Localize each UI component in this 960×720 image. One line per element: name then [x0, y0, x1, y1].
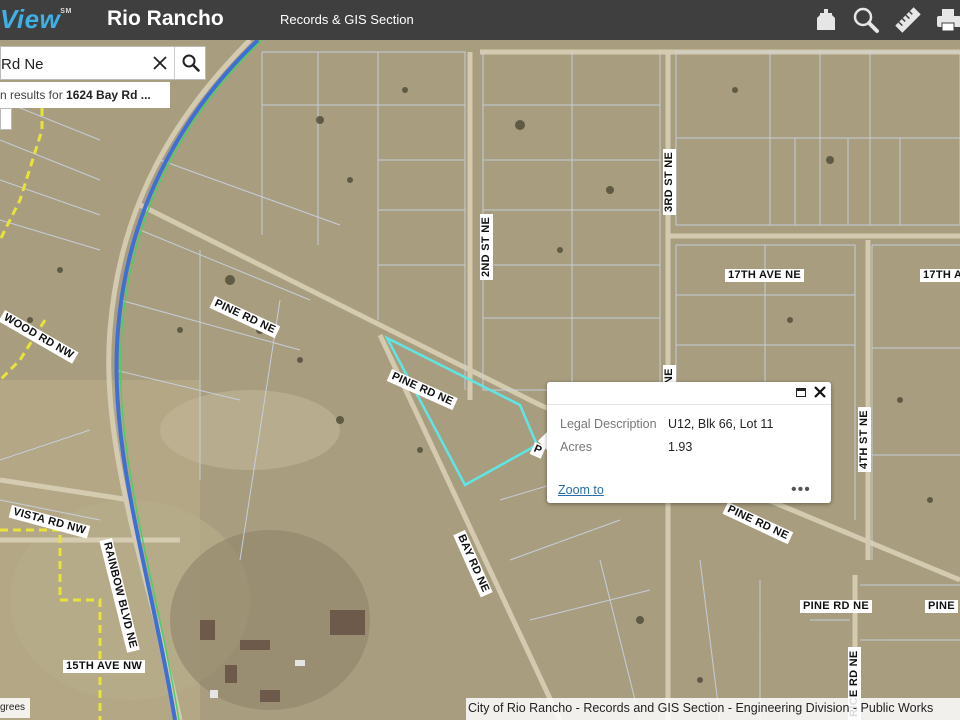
parcel-popup: Legal Description U12, Blk 66, Lot 11 Ac… [547, 382, 831, 503]
layers-tool-button[interactable] [812, 6, 840, 34]
search-box [0, 46, 207, 81]
app-logo: ViewSM [0, 4, 72, 35]
search-results-hint[interactable]: n results for 1624 Bay Rd ... [0, 82, 170, 108]
legal-description-value: U12, Blk 66, Lot 11 [668, 417, 774, 431]
aerial-map[interactable] [0, 40, 960, 720]
results-prefix: n results for [0, 88, 67, 102]
road-label-pine-4: PINE RD NE [800, 600, 872, 613]
zoom-to-link[interactable]: Zoom to [558, 483, 604, 497]
popup-close-button[interactable] [813, 385, 827, 399]
map-view[interactable]: PINE RD NE PINE RD NE PINE RD NE PINE RD… [0, 40, 960, 720]
road-label-pine-5: PINE [925, 600, 958, 613]
brand-text: View [0, 4, 61, 34]
ruler-icon [895, 7, 921, 33]
results-query: 1624 Bay Rd ... [66, 88, 151, 102]
add-layer-icon [817, 9, 835, 30]
more-options-button[interactable]: ••• [791, 481, 811, 499]
app-header: ViewSM Rio Rancho Records & GIS Section [0, 0, 960, 40]
close-icon [153, 56, 167, 70]
clear-search-button[interactable] [146, 47, 174, 79]
scale-bar: grees [0, 698, 30, 718]
measure-tool-button[interactable] [894, 6, 922, 34]
panel-toggle-button[interactable] [0, 108, 12, 130]
search-icon [182, 54, 200, 72]
road-label-17th-ave-b: 17TH A [920, 269, 960, 282]
search-tool-button[interactable] [852, 6, 880, 34]
road-label-15th-ave: 15TH AVE NW [63, 660, 146, 673]
search-button[interactable] [174, 47, 207, 79]
print-tool-button[interactable] [934, 6, 960, 34]
acres-value: 1.93 [668, 440, 693, 454]
legal-description-label: Legal Description [560, 417, 657, 431]
printer-icon [937, 9, 960, 32]
road-label-3rd-st: 3RD ST NE [663, 148, 676, 215]
city-title: Rio Rancho [107, 7, 224, 30]
brand-sup: SM [60, 8, 72, 15]
popup-pointer [538, 432, 547, 450]
maximize-icon[interactable] [796, 388, 806, 397]
search-input[interactable] [1, 47, 143, 81]
road-label-17th-ave: 17TH AVE NE [725, 269, 804, 282]
section-title: Records & GIS Section [280, 12, 414, 27]
close-icon [814, 386, 826, 398]
map-attribution: City of Rio Rancho - Records and GIS Sec… [466, 698, 960, 720]
magnifier-icon [853, 7, 879, 33]
popup-header [547, 382, 831, 405]
road-label-4th-st: 4TH ST NE [858, 407, 871, 472]
acres-label: Acres [560, 440, 592, 454]
road-label-2nd-st: 2ND ST NE [480, 213, 493, 280]
